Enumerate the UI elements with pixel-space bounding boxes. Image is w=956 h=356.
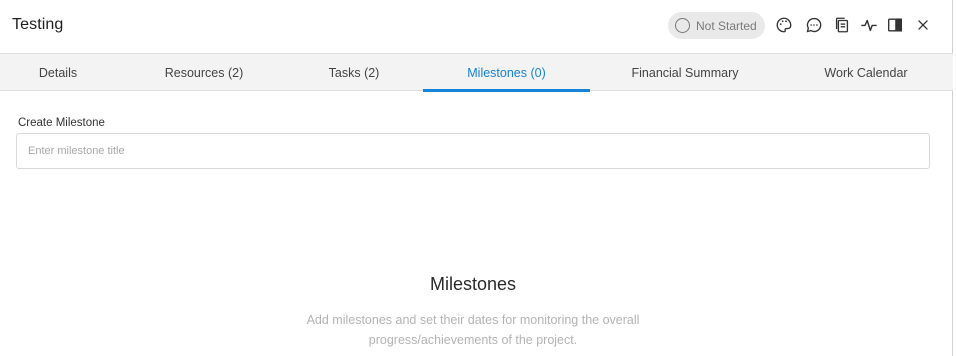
status-circle-icon [675,18,690,33]
copy-icon[interactable] [832,15,852,35]
comment-icon[interactable] [804,15,824,35]
activity-icon[interactable] [859,15,879,35]
page-title: Testing [12,16,64,33]
status-badge[interactable]: Not Started [668,12,765,39]
tab-milestones[interactable]: Milestones (0) [423,54,590,92]
tab-details[interactable]: Details [0,54,116,91]
empty-state-description-line-1: Add milestones and set their dates for m… [306,313,640,327]
empty-state-title: Milestones [429,274,517,294]
close-icon[interactable] [913,15,933,35]
tab-tasks[interactable]: Tasks (2) [284,54,424,91]
palette-icon[interactable] [774,15,794,35]
side-panel-icon[interactable] [885,15,905,35]
tab-resources[interactable]: Resources (2) [128,54,280,91]
status-label: Not Started [696,18,757,33]
project-panel: Testing Not Started Details Resources (2… [0,0,953,356]
create-milestone-label: Create Milestone [18,117,105,129]
tab-financial-summary[interactable]: Financial Summary [600,54,770,91]
empty-state-description-line-2: progress/achievements of the project. [368,333,578,347]
milestone-title-input[interactable] [16,133,930,169]
tab-work-calendar[interactable]: Work Calendar [780,54,952,91]
tab-bar: Details Resources (2) Tasks (2) Mileston… [0,53,953,92]
panel-header: Testing Not Started [0,0,953,54]
empty-state-description: Add milestones and set their dates for m… [0,310,946,350]
